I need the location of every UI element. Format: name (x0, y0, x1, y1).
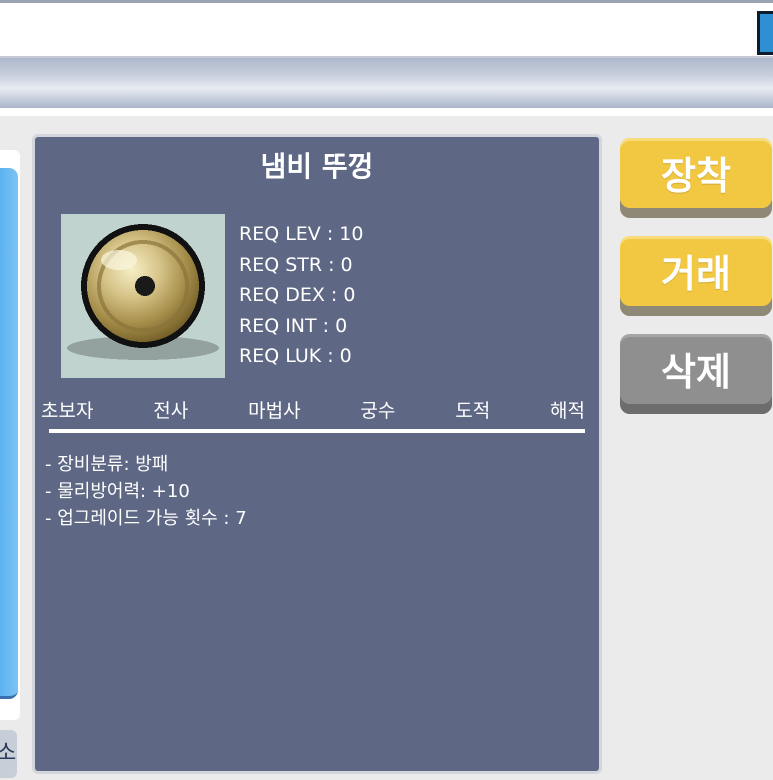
item-info-panel: 냄비 뚜껑 REQ LEV : 10 REQ STR : 0 REQ DEX:… (32, 134, 602, 774)
req-level: REQ LEV : 10 (239, 223, 364, 245)
delete-button[interactable]: 삭제 (620, 334, 772, 414)
stat-upgrade-slots: - 업그레이드 가능 횟수 : 7 (45, 508, 247, 529)
requirements-list: REQ LEV : 10 REQ STR : 0 REQ DEX : 0 REQ… (239, 219, 363, 372)
stat-physical-defense: - 물리방어력: +10 (45, 481, 190, 502)
job-beginner: 초보자 (41, 400, 94, 422)
stat-equipment-type: - 장비분류: 방패 (45, 454, 169, 475)
job-pirate: 해적 (550, 400, 585, 422)
header-gap (0, 108, 773, 116)
req-str: REQ STR : 0 (239, 253, 353, 276)
left-scrollbar[interactable] (0, 168, 18, 699)
left-tab-button[interactable]: 소 (0, 730, 17, 778)
req-int: REQ INT : 0 (239, 314, 348, 337)
req-luk: REQ LUK : 0 (239, 345, 352, 367)
job-bowman: 궁수 (360, 400, 396, 422)
job-thief: 도적 (455, 400, 491, 422)
job-warrior: 전사 (153, 400, 189, 422)
divider (49, 429, 585, 433)
equip-button[interactable]: 장착 (620, 138, 772, 218)
window-corner-icon[interactable] (757, 11, 773, 55)
job-magician: 마법사 (248, 400, 301, 422)
trade-button[interactable]: 거래 (620, 236, 772, 316)
top-bar (0, 0, 773, 58)
pot-lid-shield-icon (61, 214, 225, 378)
item-name: 냄비 뚜껑 (260, 150, 374, 183)
stats-list: - 장비분류: 방패 - 물리방어력: +10 - 업그레이드 가능 횟수 : … (45, 451, 247, 532)
job-list: 초보자 전사 마법사 궁수 도적 해적 (41, 396, 585, 423)
req-dex: REQ DEX : 0 (239, 284, 356, 306)
header-band (0, 58, 773, 108)
